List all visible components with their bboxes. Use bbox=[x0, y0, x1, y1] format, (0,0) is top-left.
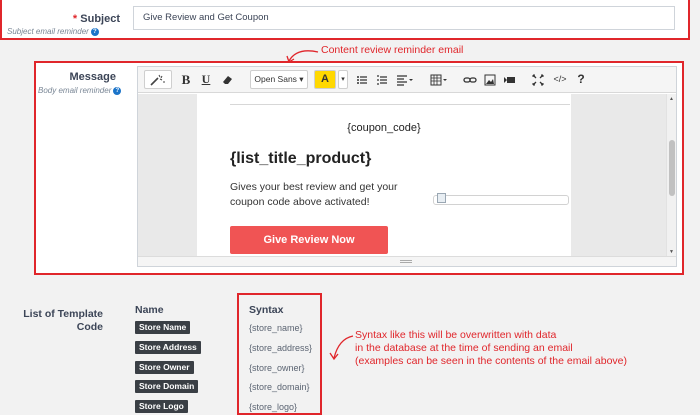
divider bbox=[230, 104, 570, 105]
store-domain-syntax: {store_domain} bbox=[249, 382, 310, 392]
scroll-down-arrow-icon[interactable]: ▼ bbox=[669, 249, 674, 255]
annotation-content-review: Content review reminder email bbox=[321, 44, 464, 56]
help-icon[interactable]: ? bbox=[113, 86, 122, 95]
give-review-button[interactable]: Give Review Now bbox=[230, 226, 388, 254]
video-icon bbox=[504, 77, 515, 83]
review-text: Gives your best review and get your coup… bbox=[230, 181, 398, 208]
subject-hint: Subject email reminder? bbox=[7, 27, 99, 36]
coupon-code-placeholder: {coupon_code} bbox=[347, 122, 421, 134]
annotation-syntax-line1: Syntax like this will be overwritten wit… bbox=[355, 329, 557, 341]
rich-text-editor[interactable]: B U Open Sans ▾ A ▾ </> ? {coupon_code} … bbox=[137, 66, 677, 267]
store-owner-syntax: {store_owner} bbox=[249, 363, 305, 373]
annotation-syntax-line3: (examples can be seen in the contents of… bbox=[355, 355, 627, 367]
table-icon bbox=[430, 74, 447, 86]
store-address-tag: Store Address bbox=[135, 341, 201, 354]
link-icon bbox=[463, 77, 477, 83]
highlight-color-button[interactable]: A bbox=[314, 70, 336, 89]
color-dropdown-button[interactable]: ▾ bbox=[338, 70, 348, 89]
syntax-highlight-box bbox=[237, 293, 322, 415]
fullscreen-button[interactable] bbox=[530, 70, 546, 89]
annotation-arrow-icon bbox=[329, 335, 354, 361]
template-code-label-line2: Code bbox=[76, 320, 103, 333]
font-family-value: Open Sans bbox=[254, 74, 297, 84]
message-hint: Body email reminder? bbox=[38, 86, 122, 95]
list-icon bbox=[357, 76, 367, 84]
editor-toolbar: B U Open Sans ▾ A ▾ </> ? bbox=[138, 67, 676, 93]
unordered-list-button[interactable] bbox=[354, 70, 370, 89]
ordered-list-button[interactable] bbox=[374, 70, 390, 89]
required-mark: * bbox=[72, 13, 78, 25]
code-view-button[interactable]: </> bbox=[550, 70, 570, 89]
store-address-syntax: {store_address} bbox=[249, 343, 313, 353]
email-preview: {coupon_code} {list_title_product} Gives… bbox=[197, 94, 571, 257]
editor-resize-bar[interactable] bbox=[138, 256, 676, 266]
table-dropdown-button[interactable] bbox=[428, 70, 450, 89]
align-dropdown-button[interactable] bbox=[394, 70, 416, 89]
scroll-thumb[interactable] bbox=[669, 140, 675, 196]
store-name-syntax: {store_name} bbox=[249, 323, 303, 333]
annotation-syntax-line2: in the database at the time of sending a… bbox=[355, 342, 573, 354]
subject-label-text: Subject bbox=[80, 13, 120, 25]
subject-label: * Subject bbox=[73, 13, 120, 25]
link-button[interactable] bbox=[462, 70, 478, 89]
template-code-label-line1: List of Template bbox=[23, 308, 103, 320]
image-button[interactable] bbox=[482, 70, 498, 89]
template-code-label: List of Template Code bbox=[23, 308, 103, 333]
editor-scrollbar[interactable]: ▲ ▼ bbox=[666, 94, 676, 257]
bold-button[interactable]: B bbox=[178, 70, 194, 89]
help-icon[interactable]: ? bbox=[90, 27, 99, 36]
resize-grip-icon[interactable] bbox=[400, 260, 412, 263]
store-logo-tag: Store Logo bbox=[135, 400, 188, 413]
store-logo-syntax: {store_logo} bbox=[249, 402, 298, 412]
help-button[interactable]: ? bbox=[574, 70, 588, 89]
font-family-dropdown[interactable]: Open Sans ▾ bbox=[250, 70, 308, 89]
store-owner-tag: Store Owner bbox=[135, 361, 194, 374]
magic-wand-icon bbox=[150, 74, 165, 86]
list-title-placeholder: {list_title_product} bbox=[230, 150, 372, 167]
magic-wand-button[interactable] bbox=[144, 70, 172, 89]
message-label: Message bbox=[69, 71, 116, 83]
broken-image bbox=[433, 193, 569, 205]
broken-image-icon bbox=[437, 193, 446, 203]
video-button[interactable] bbox=[502, 70, 518, 89]
image-icon bbox=[484, 74, 496, 86]
fullscreen-icon bbox=[532, 74, 544, 86]
eraser-icon bbox=[223, 76, 232, 84]
subject-input[interactable]: Give Review and Get Coupon bbox=[133, 6, 675, 30]
align-left-icon bbox=[397, 75, 413, 86]
store-name-tag: Store Name bbox=[135, 321, 191, 334]
message-hint-text: Body email reminder bbox=[38, 86, 112, 95]
store-domain-tag: Store Domain bbox=[135, 380, 199, 393]
scroll-up-arrow-icon[interactable]: ▲ bbox=[669, 96, 674, 102]
underline-button[interactable]: U bbox=[198, 70, 214, 89]
editor-content[interactable]: {coupon_code} {list_title_product} Gives… bbox=[138, 94, 666, 257]
ordered-list-icon bbox=[377, 75, 387, 85]
eraser-button[interactable] bbox=[220, 70, 236, 89]
subject-hint-text: Subject email reminder bbox=[7, 27, 89, 36]
name-column-header: Name bbox=[135, 304, 164, 316]
